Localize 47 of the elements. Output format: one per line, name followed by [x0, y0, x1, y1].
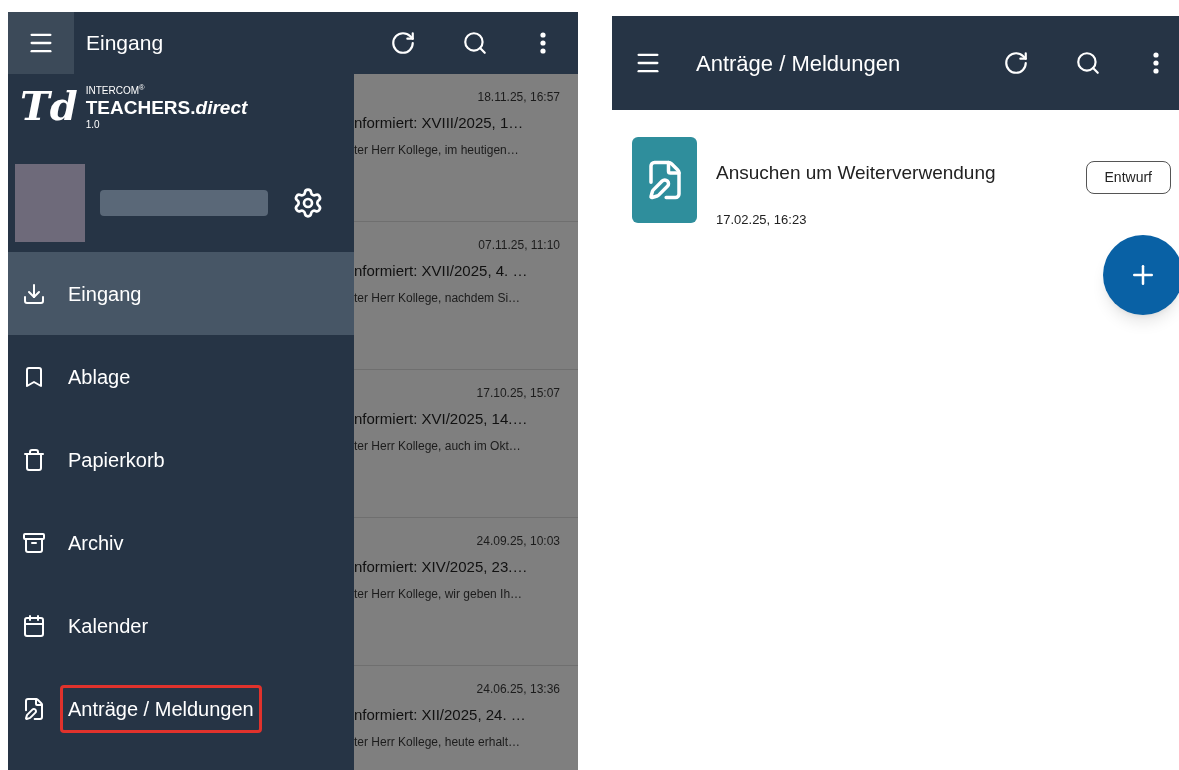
- message-subject: nformiert: XIV/2025, 23.…: [354, 557, 529, 577]
- message-subject: nformiert: XVII/2025, 4. …: [354, 261, 529, 281]
- message-preview: ter Herr Kollege, auch im Okt…: [354, 437, 522, 455]
- message-subject: nformiert: XII/2025, 24. …: [354, 705, 527, 725]
- drawer-item-label: Kalender: [68, 613, 149, 639]
- download-icon: [22, 281, 46, 306]
- request-date: 17.02.25, 16:23: [716, 210, 808, 229]
- drawer-item-label: Eingang: [68, 281, 142, 307]
- more-options-icon: [1153, 52, 1159, 74]
- drawer-item-label: Papierkorb: [68, 447, 165, 473]
- message-date: 24.09.25, 10:03: [476, 533, 560, 550]
- brand-label: INTERCOM$^{®}$: [85, 86, 146, 96]
- message-subject: nformiert: XVI/2025, 14.…: [354, 409, 529, 429]
- message-date: 17.10.25, 15:07: [476, 385, 560, 402]
- app-bar-title: Eingang: [86, 30, 164, 57]
- message-date: 07.11.25, 11:10: [478, 237, 560, 254]
- refresh-icon: [1003, 50, 1029, 76]
- settings-button[interactable]: [292, 187, 324, 219]
- document-pen-icon: [22, 696, 46, 721]
- drawer-item[interactable]: Eingang: [8, 252, 354, 335]
- request-title: Ansuchen um Weiterverwendung: [716, 161, 996, 185]
- more-options-icon: [540, 32, 546, 54]
- menu-button[interactable]: [8, 12, 74, 74]
- message-date: 18.11.25, 16:57: [477, 89, 560, 106]
- add-button[interactable]: [1103, 235, 1179, 315]
- message-preview: ter Herr Kollege, wir geben Ih…: [354, 585, 524, 603]
- archive-box-icon: [22, 530, 46, 555]
- message-subject: nformiert: XVIII/2025, 1…: [354, 113, 525, 133]
- status-badge: Entwurf: [1085, 161, 1171, 194]
- calendar-icon: [22, 613, 46, 638]
- logo-mark: Td: [20, 86, 78, 126]
- drawer-item-label: Anträge / Meldungen: [60, 684, 262, 733]
- search-icon: [462, 30, 488, 56]
- message-preview: ter Herr Kollege, im heutigen…: [354, 141, 520, 159]
- app-bar-title: Anträge / Meldungen: [696, 49, 901, 78]
- refresh-icon: [390, 30, 416, 56]
- message-preview: ter Herr Kollege, heute erhalt…: [354, 733, 522, 751]
- drawer-item-label: Ablage: [68, 364, 131, 390]
- settings-icon: [292, 187, 324, 219]
- version-label: 1.0: [85, 119, 101, 130]
- document-pen-icon: [632, 137, 697, 223]
- brand-name: TEACHERS.direct: [85, 96, 248, 120]
- message-date: 24.06.25, 13:36: [476, 681, 560, 698]
- trash-icon: [22, 447, 46, 472]
- message-preview: ter Herr Kollege, nachdem Si…: [354, 289, 522, 307]
- search-icon: [1075, 50, 1101, 76]
- drawer-item-label: Archiv: [68, 530, 124, 556]
